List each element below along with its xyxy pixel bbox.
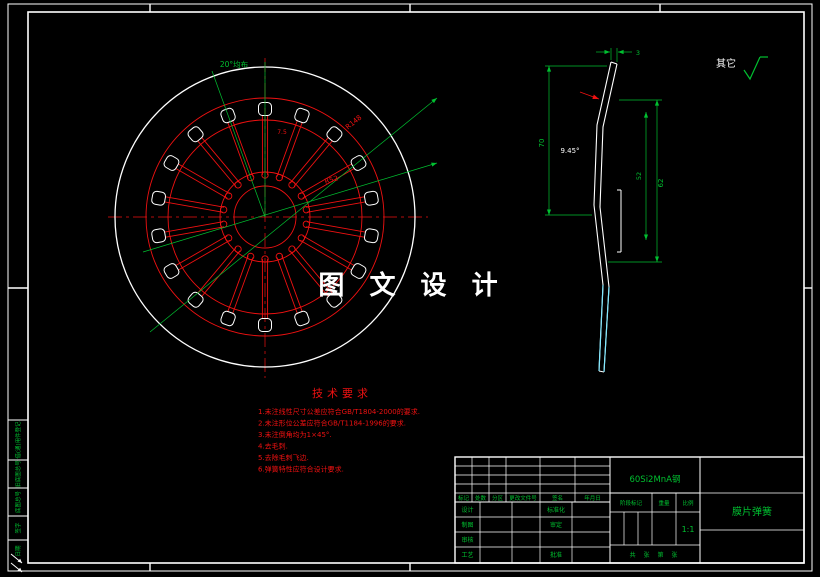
stage-header: 阶段标记 bbox=[620, 499, 643, 507]
spring-slot bbox=[185, 124, 246, 192]
spring-slot bbox=[162, 153, 236, 204]
title-block: 60Si2MnA钢 膜片弹簧 1:1 标记 处数 分区 更改文件号 签名 年月日… bbox=[454, 456, 805, 564]
spring-slot bbox=[271, 250, 311, 328]
margin-strip-label: 借(通)用件登记 bbox=[14, 421, 22, 459]
inner-dim-label: 52 bbox=[635, 172, 643, 180]
thickness-dim-label: 3 bbox=[636, 49, 640, 57]
tech-requirement-item: 1.未注线性尺寸公差应符合GB/T1804-2000的要求. bbox=[258, 407, 420, 416]
side-view-section: 70 62 52 3 9.45° bbox=[538, 48, 665, 373]
material-label: 60Si2MnA钢 bbox=[629, 474, 680, 485]
revision-header: 签名 bbox=[552, 494, 563, 502]
tech-requirement-item: 6.弹簧特性应符合设计要求. bbox=[258, 465, 344, 474]
profile-highlight bbox=[603, 286, 610, 373]
spring-slot bbox=[271, 106, 311, 184]
revision-header: 年月日 bbox=[584, 494, 601, 502]
front-view-diaphragm-spring: 20°均布 R148 R52 7.5 bbox=[108, 58, 438, 378]
profile-bottom-cap bbox=[598, 370, 605, 373]
part-name-label: 膜片弹簧 bbox=[732, 505, 772, 518]
radius-dim-label: R148 bbox=[344, 114, 363, 132]
height-dim-label: 70 bbox=[538, 139, 546, 148]
radius-dim-line bbox=[142, 162, 438, 253]
angle-dim-line bbox=[211, 70, 266, 218]
tech-requirement-item: 2.未注形位公差应符合GB/T1184-1996的要求. bbox=[258, 419, 406, 428]
approve-label: 标准化 bbox=[547, 506, 565, 514]
approve-label: 批准 bbox=[550, 551, 562, 559]
surface-note-label: 其它 bbox=[716, 57, 736, 70]
sign-label: 制图 bbox=[461, 521, 473, 529]
cad-sheet: 借(通)用件登记 旧底图总号 底图总号 签字 日期 20°均布 R148 R52… bbox=[0, 0, 820, 577]
tech-requirements: 技术要求 1.未注线性尺寸公差应符合GB/T1804-2000的要求. 2.未注… bbox=[258, 387, 420, 474]
watermark-text: 图 文 设 计 bbox=[318, 270, 505, 301]
sign-label: 设计 bbox=[461, 506, 473, 514]
leader-arrow bbox=[579, 91, 600, 100]
approve-label: 审定 bbox=[550, 521, 562, 529]
tech-requirement-item: 3.未注倒角均为1×45°. bbox=[258, 430, 332, 439]
outer-dim-label: 62 bbox=[657, 179, 665, 188]
tech-requirement-item: 4.去毛刺. bbox=[258, 442, 288, 451]
margin-strip-table: 借(通)用件登记 旧底图总号 底图总号 签字 日期 bbox=[8, 419, 28, 557]
margin-strip-label: 底图总号 bbox=[14, 491, 22, 514]
spring-slot bbox=[301, 190, 380, 218]
profile-right-edge bbox=[599, 63, 618, 373]
stage-header: 比例 bbox=[682, 499, 694, 507]
scale-value: 1:1 bbox=[682, 525, 695, 534]
margin-strip-label: 签字 bbox=[14, 522, 22, 534]
spring-slot bbox=[150, 190, 229, 218]
revision-header: 更改文件号 bbox=[509, 494, 537, 502]
stage-header: 重量 bbox=[658, 499, 670, 507]
spring-slot bbox=[301, 216, 380, 244]
margin-strip-label: 日期 bbox=[15, 545, 22, 557]
margin-strip-label: 旧底图总号 bbox=[14, 460, 22, 488]
profile-left-edge bbox=[593, 61, 612, 372]
tech-requirement-item: 5.去除毛刺飞边. bbox=[258, 453, 309, 462]
revision-header: 标记 bbox=[458, 494, 470, 502]
sign-label: 审核 bbox=[461, 536, 473, 544]
spring-slot bbox=[162, 230, 236, 281]
cad-drawing: 借(通)用件登记 旧底图总号 底图总号 签字 日期 20°均布 R148 R52… bbox=[7, 3, 813, 573]
revision-header: 分区 bbox=[492, 494, 504, 502]
spring-slot bbox=[219, 250, 259, 328]
surface-note: 其它 bbox=[716, 56, 768, 81]
sheet-note: 共 张 第 张 bbox=[630, 551, 681, 559]
revision-header: 处数 bbox=[475, 494, 487, 502]
spring-slot bbox=[150, 216, 229, 244]
cone-angle-label: 9.45° bbox=[560, 147, 579, 155]
surface-roughness-icon bbox=[743, 56, 768, 81]
sign-label: 工艺 bbox=[461, 551, 473, 559]
angle-dim-label: 20°均布 bbox=[220, 59, 249, 69]
spring-slot bbox=[185, 242, 246, 310]
width-dim-label: 7.5 bbox=[277, 129, 287, 136]
profile-top-cap bbox=[610, 61, 618, 65]
profile-highlight bbox=[598, 284, 604, 372]
tech-requirements-title: 技术要求 bbox=[312, 387, 372, 400]
radius-dim-label: R52 bbox=[324, 174, 340, 186]
